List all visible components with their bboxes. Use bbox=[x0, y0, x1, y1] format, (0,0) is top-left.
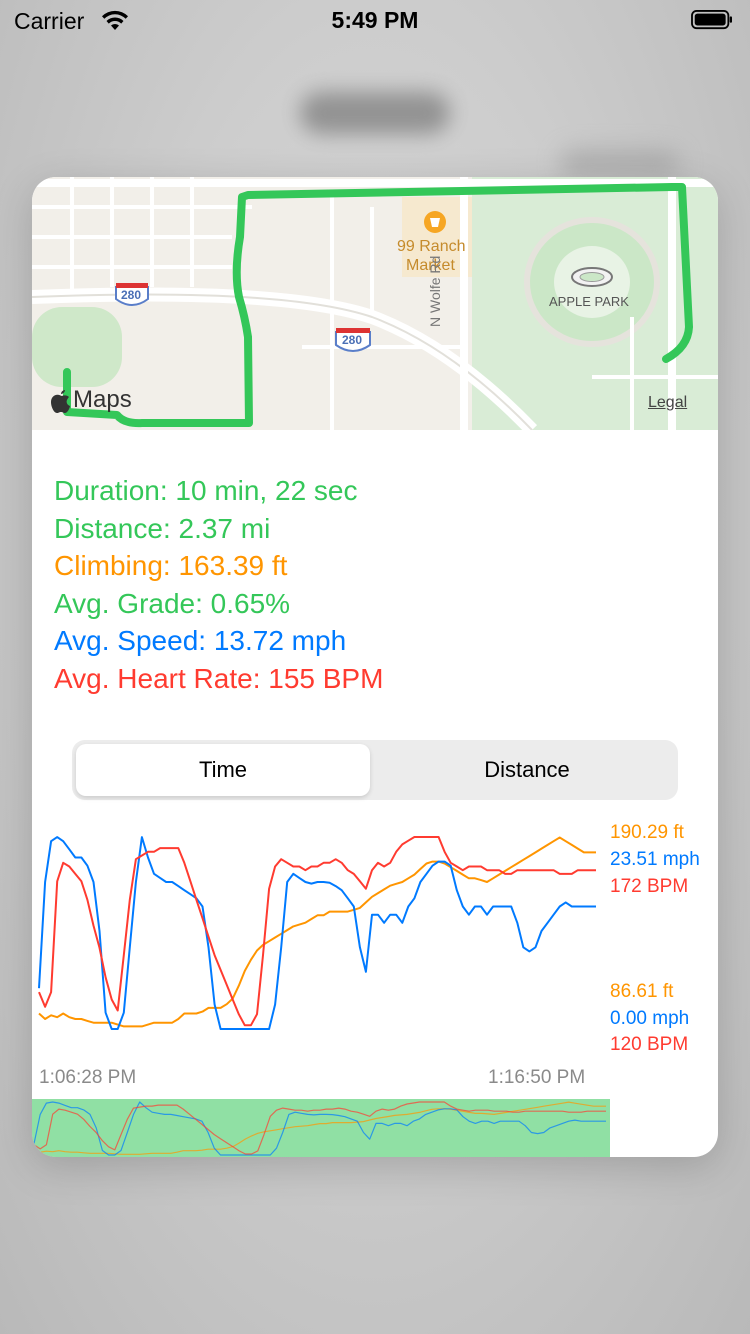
distance-stat: Distance: 2.37 mi bbox=[54, 512, 271, 544]
map-label-market: 99 Ranch bbox=[397, 238, 466, 255]
map-label-highway-2: 280 bbox=[342, 333, 363, 347]
battery-icon bbox=[691, 10, 732, 30]
duration-stat: Duration: 10 min, 22 sec bbox=[54, 475, 358, 506]
climbing-stat: Climbing: 163.39 ft bbox=[54, 550, 288, 581]
ride-chart[interactable]: 190.29 ft 23.51 mph 172 BPM 86.61 ft 0.0… bbox=[32, 817, 718, 1157]
segment-time[interactable]: Time bbox=[76, 744, 370, 796]
map-label-highway-1: 280 bbox=[121, 288, 142, 302]
route-map[interactable]: 99 Ranch Market APPLE PARK N Wolfe Rd 28… bbox=[32, 177, 718, 435]
chart-overview-scrubber[interactable] bbox=[32, 817, 718, 1157]
heart-rate-stat: Avg. Heart Rate: 155 BPM bbox=[54, 662, 384, 694]
clock: 5:49 PM bbox=[331, 7, 419, 33]
status-bar: Carrier 5:49 PM bbox=[0, 0, 750, 40]
legal-link[interactable]: Legal bbox=[648, 394, 687, 412]
grade-stat: Avg. Grade: 0.65% bbox=[54, 587, 291, 619]
map-label-apple-park: APPLE PARK bbox=[549, 294, 629, 309]
maps-brand-label: Maps bbox=[73, 386, 132, 413]
blurred-background-title bbox=[300, 92, 450, 134]
map-label-road: N Wolfe Rd bbox=[427, 255, 443, 327]
chart-axis-segmented-control: Time Distance bbox=[72, 740, 678, 800]
ride-stats: Duration: 10 min, 22 sec Distance: 2.37 … bbox=[54, 472, 694, 697]
overview-selection-window[interactable] bbox=[32, 1099, 610, 1157]
ride-detail-card: 99 Ranch Market APPLE PARK N Wolfe Rd 28… bbox=[32, 177, 718, 1157]
segment-distance[interactable]: Distance bbox=[380, 744, 674, 796]
blurred-background-element bbox=[560, 150, 680, 176]
speed-stat: Avg. Speed: 13.72 mph bbox=[54, 625, 347, 656]
